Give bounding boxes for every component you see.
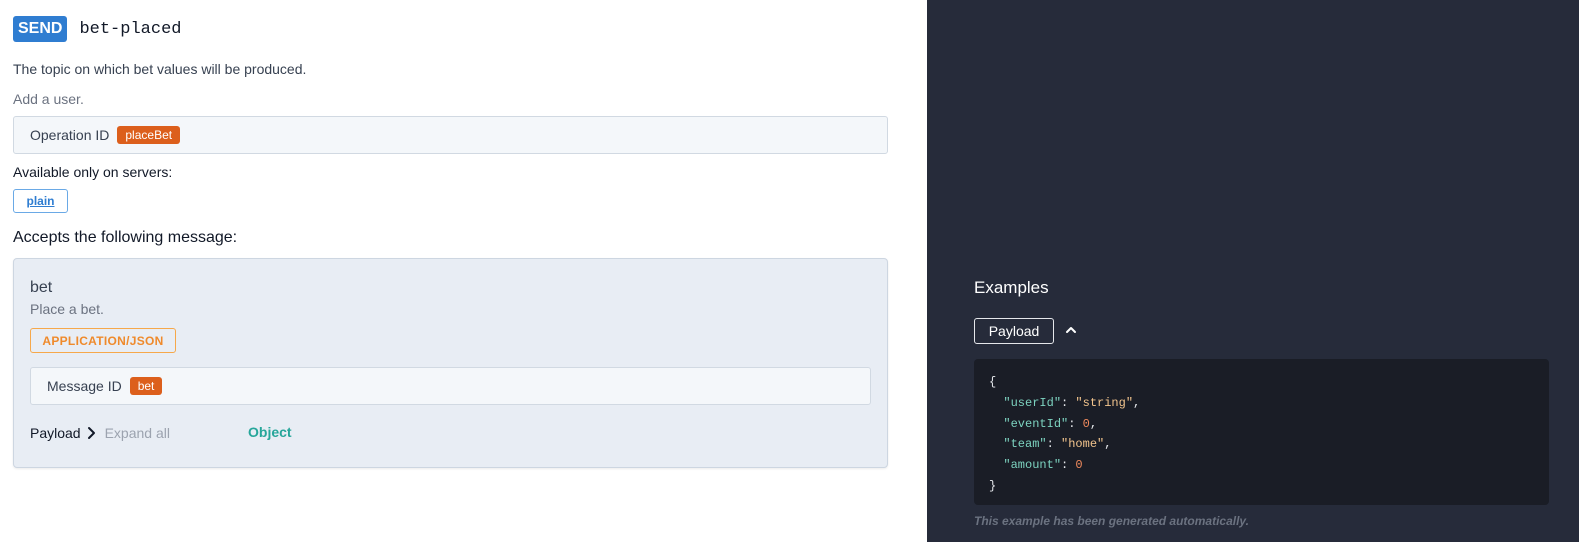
code-comma: , xyxy=(1133,395,1141,410)
send-badge: SEND xyxy=(13,16,68,42)
payload-row: Payload Expand all xyxy=(30,424,170,442)
message-id-tag: bet xyxy=(129,377,163,395)
code-value: "home" xyxy=(1061,437,1105,452)
operation-header: SEND bet-placed xyxy=(13,16,181,42)
payload-type: Object xyxy=(248,424,292,440)
operation-id-box: Operation ID placeBet xyxy=(13,116,888,154)
server-link-label: plain xyxy=(26,194,55,208)
code-line: "team": "home", xyxy=(1003,437,1112,452)
message-name: bet xyxy=(30,279,53,296)
app-root: SEND bet-placed The topic on which bet v… xyxy=(0,0,1579,542)
chevron-right-icon[interactable] xyxy=(87,426,97,440)
auto-generated-note: This example has been generated automati… xyxy=(974,514,1249,528)
operation-id-label: Operation ID xyxy=(30,127,110,143)
payload-toggle[interactable]: Payload xyxy=(30,425,81,441)
code-comma: , xyxy=(1089,416,1098,431)
operation-panel: SEND bet-placed The topic on which bet v… xyxy=(0,0,927,542)
code-key: "amount" xyxy=(1003,458,1062,473)
payload-example-tab-label: Payload xyxy=(988,323,1040,339)
message-id-label: Message ID xyxy=(47,378,122,394)
content-type-label: APPLICATION/JSON xyxy=(42,333,164,348)
content-type-badge: APPLICATION/JSON xyxy=(30,328,176,353)
operation-summary: Add a user. xyxy=(13,91,84,107)
examples-panel: Examples Payload { "userId": "string", "… xyxy=(927,0,1579,542)
message-id-box: Message ID bet xyxy=(30,367,871,405)
code-comma: , xyxy=(1104,437,1112,452)
code-value: 0 xyxy=(1082,416,1090,431)
payload-example-tab[interactable]: Payload xyxy=(974,318,1054,344)
example-code-block: { "userId": "string", "eventId": 0, "tea… xyxy=(974,359,1549,505)
operation-id-tag: placeBet xyxy=(117,126,181,144)
channel-name: bet-placed xyxy=(79,19,182,39)
accepts-message-label: Accepts the following message: xyxy=(13,229,238,246)
chevron-up-icon[interactable] xyxy=(1064,323,1078,337)
code-line: "amount": 0 xyxy=(1003,458,1083,473)
code-key: "team" xyxy=(1003,437,1047,452)
expand-all-button[interactable]: Expand all xyxy=(105,425,170,441)
code-close-brace: } xyxy=(989,478,997,493)
code-value: 0 xyxy=(1075,458,1083,473)
code-line: "userId": "string", xyxy=(1003,395,1141,410)
message-card: bet Place a bet. APPLICATION/JSON Messag… xyxy=(13,258,888,468)
code-key: "eventId" xyxy=(1003,416,1069,431)
code-key: "userId" xyxy=(1003,395,1062,410)
code-open-brace: { xyxy=(989,375,997,389)
servers-label: Available only on servers: xyxy=(13,164,173,180)
code-line: "eventId": 0, xyxy=(1003,416,1098,431)
server-link-plain[interactable]: plain xyxy=(13,189,68,213)
code-value: "string" xyxy=(1075,395,1134,410)
examples-title: Examples xyxy=(974,278,1049,297)
operation-description: The topic on which bet values will be pr… xyxy=(13,61,307,77)
message-summary: Place a bet. xyxy=(30,301,104,317)
